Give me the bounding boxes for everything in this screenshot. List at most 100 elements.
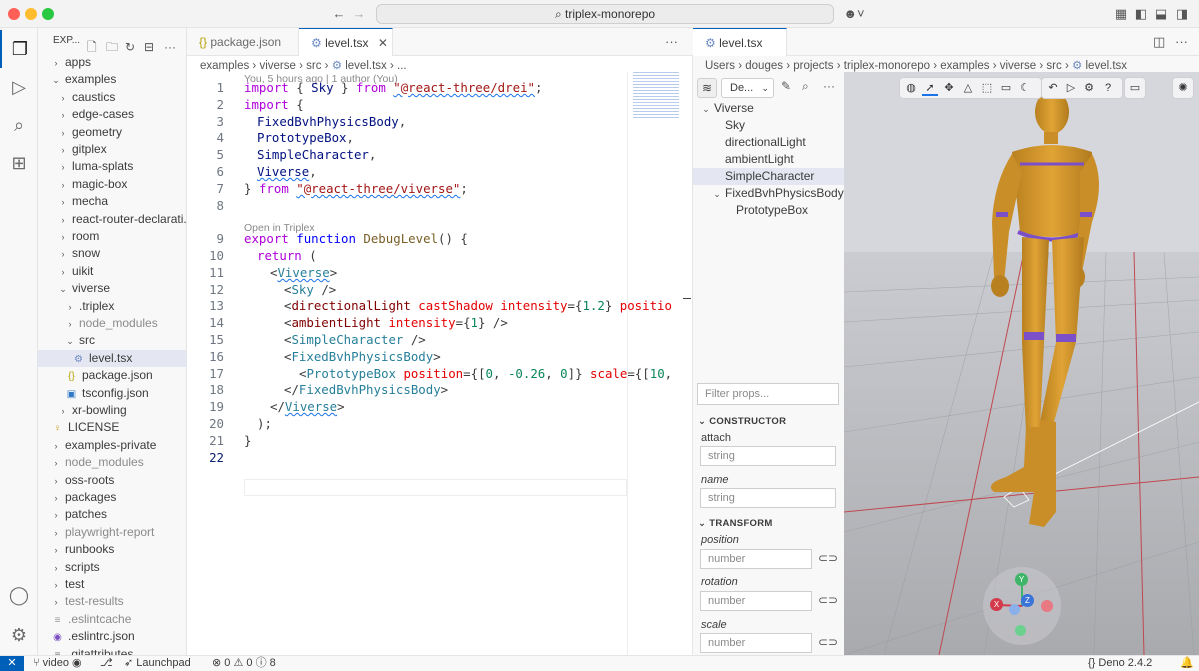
scene-tree-item[interactable]: Sky bbox=[693, 117, 844, 134]
breadcrumb-item[interactable]: level.tsx bbox=[345, 60, 387, 72]
minimize-window-button[interactable] bbox=[25, 8, 37, 20]
more-actions-icon[interactable]: ··· bbox=[1175, 34, 1188, 49]
explorer-icon[interactable]: ❐ bbox=[0, 30, 38, 68]
code-line[interactable]: 1 import { Sky } from "@react-three/drei"… bbox=[187, 80, 627, 97]
prop-position-input[interactable]: number bbox=[700, 549, 812, 569]
tree-item[interactable]: {} package.json bbox=[38, 367, 186, 384]
tab-level-tsx-triplex[interactable]: ⚙ level.tsx bbox=[693, 28, 787, 56]
code-line[interactable]: 11 <Viverse> bbox=[187, 265, 627, 282]
grid-icon[interactable]: ☾ bbox=[1017, 80, 1033, 96]
scene-viewport[interactable]: ◍ ➚ ✥ △ ⬚ ▭ ☾ ⊞ ↶ ▷ ⚙ ? ▭ ✺ Y X Z bbox=[844, 72, 1199, 655]
tree-item[interactable]: › xr-bowling bbox=[38, 402, 186, 419]
code-line[interactable]: 6 Viverse, bbox=[187, 164, 627, 181]
undo-icon[interactable]: ↶ bbox=[1045, 80, 1061, 96]
runtime-status[interactable]: {} Deno 2.4.2 bbox=[1088, 656, 1152, 671]
tree-item[interactable]: › uikit bbox=[38, 263, 186, 280]
split-editor-icon[interactable]: ◫ bbox=[1153, 34, 1165, 50]
close-tab-icon[interactable]: ✕ bbox=[378, 36, 388, 50]
remote-indicator[interactable]: ✕ bbox=[0, 656, 24, 671]
link-toggle-icon[interactable]: ⊂⊃ bbox=[818, 593, 838, 607]
code-line[interactable]: 14 <ambientLight intensity={1} /> bbox=[187, 315, 627, 332]
filter-props-input[interactable]: Filter props... bbox=[697, 383, 839, 405]
gizmo-neg-z[interactable] bbox=[1009, 604, 1020, 615]
gizmo-z-axis[interactable]: Z bbox=[1021, 594, 1034, 607]
breadcrumb-item[interactable]: src bbox=[306, 60, 321, 72]
code-line[interactable]: 17 <PrototypeBox position={[0, -0.26, 0]}… bbox=[187, 366, 672, 383]
scene-tree-item[interactable]: ambientLight bbox=[693, 151, 844, 168]
code-line[interactable]: 3 FixedBvhPhysicsBody, bbox=[187, 114, 627, 131]
scene-tree-item[interactable]: SimpleCharacter bbox=[693, 168, 844, 185]
tree-item[interactable]: › snow bbox=[38, 245, 186, 262]
run-debug-icon[interactable]: ▷ bbox=[0, 68, 38, 106]
tree-item[interactable]: › .triplex bbox=[38, 298, 186, 315]
search-icon[interactable]: ⌕ bbox=[0, 106, 38, 144]
prop-name-input[interactable]: string bbox=[700, 488, 836, 508]
account-icon[interactable]: ◯ bbox=[0, 576, 38, 614]
gizmo-y-axis[interactable]: Y bbox=[1015, 573, 1028, 586]
code-line[interactable]: 13 <directionalLight castShadow intensity… bbox=[187, 298, 672, 315]
axis-gizmo[interactable]: Y X Z bbox=[983, 567, 1061, 645]
code-line[interactable]: 15 <SimpleCharacter /> bbox=[187, 332, 627, 349]
scene-tree-item[interactable]: directionalLight bbox=[693, 134, 844, 151]
toggle-secondary-sidebar-icon[interactable]: ◨ bbox=[1173, 5, 1191, 23]
tree-item[interactable]: › runbooks bbox=[38, 541, 186, 558]
toggle-panel-icon[interactable]: ⬓ bbox=[1152, 5, 1170, 23]
scene-tree-item[interactable]: ⌄ FixedBvhPhysicsBody bbox=[693, 185, 844, 202]
move-icon[interactable]: ✥ bbox=[941, 80, 957, 96]
tree-item[interactable]: › scripts bbox=[38, 559, 186, 576]
back-arrow-icon[interactable]: ← bbox=[330, 5, 348, 23]
component-select[interactable]: De... ⌄ bbox=[721, 78, 774, 98]
code-line[interactable]: 16 <FixedBvhPhysicsBody> bbox=[187, 349, 627, 366]
forward-arrow-icon[interactable]: → bbox=[350, 5, 368, 23]
tree-item[interactable]: ▣ tsconfig.json bbox=[38, 385, 186, 402]
code-line[interactable]: 21} bbox=[187, 433, 627, 450]
tree-item[interactable]: › room bbox=[38, 228, 186, 245]
globe-icon[interactable]: ◍ bbox=[903, 80, 919, 96]
tree-item[interactable]: › node_modules bbox=[38, 454, 186, 471]
breadcrumb-item[interactable]: viverse bbox=[1000, 60, 1036, 72]
breadcrumb-item[interactable]: examples bbox=[940, 60, 989, 72]
breadcrumb-item[interactable]: projects bbox=[793, 60, 833, 72]
section-transform[interactable]: ⌄ TRANSFORM bbox=[698, 518, 773, 529]
tree-item[interactable]: › oss-roots bbox=[38, 472, 186, 489]
select-icon[interactable]: ➚ bbox=[922, 80, 938, 96]
tree-item[interactable]: › patches bbox=[38, 506, 186, 523]
tree-item[interactable]: › gitplex bbox=[38, 141, 186, 158]
layout-icon[interactable]: ▦ bbox=[1112, 5, 1130, 23]
more-actions-icon[interactable]: ··· bbox=[665, 34, 678, 49]
tree-item[interactable]: › edge-cases bbox=[38, 106, 186, 123]
tree-item[interactable]: › react-router-declarati... bbox=[38, 211, 187, 228]
code-line[interactable]: 5 SimpleCharacter, bbox=[187, 147, 627, 164]
prop-rotation-input[interactable]: number bbox=[700, 591, 812, 611]
settings-icon[interactable]: ⚙ bbox=[1081, 80, 1097, 96]
tree-item[interactable]: ⌄ viverse bbox=[38, 280, 186, 297]
bell-icon[interactable]: 🔔 bbox=[1180, 656, 1194, 671]
breadcrumb-item[interactable]: Users bbox=[705, 60, 735, 72]
code-line[interactable]: 18 </FixedBvhPhysicsBody> bbox=[187, 382, 627, 399]
prop-scale-input[interactable]: number bbox=[700, 633, 812, 653]
code-line[interactable]: 2 import { bbox=[187, 97, 627, 114]
tree-item[interactable]: ♀ LICENSE bbox=[38, 419, 186, 436]
code-line[interactable]: 9 export function DebugLevel() { bbox=[187, 231, 627, 248]
link-toggle-icon[interactable]: ⊂⊃ bbox=[818, 635, 838, 649]
tree-item[interactable]: › examples-private bbox=[38, 437, 186, 454]
code-line[interactable]: 22 bbox=[187, 450, 627, 467]
rotate-icon[interactable]: △ bbox=[960, 80, 976, 96]
breadcrumb-item[interactable]: douges bbox=[745, 60, 783, 72]
code-line[interactable]: 19 </Viverse> bbox=[187, 399, 627, 416]
prop-attach-input[interactable]: string bbox=[700, 446, 836, 466]
code-line[interactable]: 4 PrototypeBox, bbox=[187, 130, 627, 147]
tree-item[interactable]: ⚙ level.tsx bbox=[38, 349, 186, 368]
tab-level-tsx[interactable]: ⚙ level.tsx ✕ bbox=[299, 28, 393, 56]
gizmo-neg-y[interactable] bbox=[1015, 625, 1026, 636]
branch-status[interactable]: ⑂ video ◉ bbox=[33, 656, 82, 671]
tree-item[interactable]: › test-results bbox=[38, 593, 186, 610]
maximize-window-button[interactable] bbox=[42, 8, 54, 20]
tree-item[interactable]: › node_modules bbox=[38, 315, 186, 332]
toggle-sidebar-icon[interactable]: ◧ bbox=[1132, 5, 1150, 23]
tree-item[interactable]: ◉ .eslintrc.json bbox=[38, 628, 186, 645]
tree-item[interactable]: › luma-splats bbox=[38, 158, 186, 175]
tree-item[interactable]: › packages bbox=[38, 489, 186, 506]
scene-tree-item[interactable]: PrototypeBox bbox=[693, 202, 844, 219]
close-window-button[interactable] bbox=[8, 8, 20, 20]
